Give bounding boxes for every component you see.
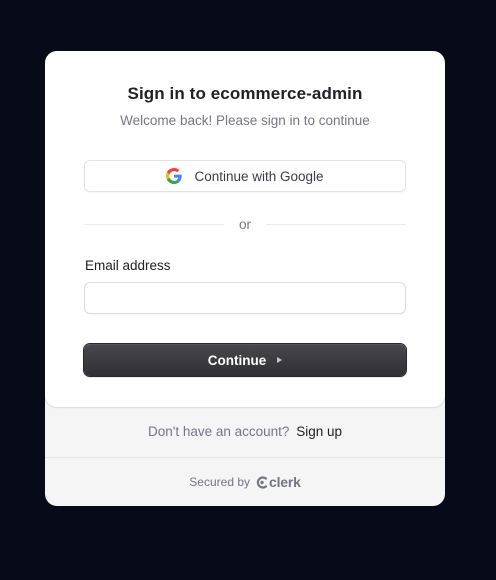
triangle-right-icon bbox=[277, 357, 283, 363]
continue-button-label: Continue bbox=[207, 352, 267, 368]
signin-card: Sign in to ecommerce-admin Welcome back!… bbox=[45, 51, 445, 506]
email-address-input[interactable] bbox=[84, 282, 406, 314]
continue-with-google-button[interactable]: Continue with Google bbox=[84, 160, 406, 192]
google-g-icon bbox=[166, 168, 183, 184]
clerk-logo[interactable]: clerk bbox=[256, 474, 301, 490]
sign-up-link[interactable]: Sign up bbox=[296, 424, 342, 439]
divider-line-left bbox=[84, 223, 224, 225]
or-divider: or bbox=[84, 216, 407, 232]
google-button-label: Continue with Google bbox=[194, 168, 324, 184]
footer-divider bbox=[45, 457, 445, 458]
page-subtitle: Welcome back! Please sign in to continue bbox=[120, 113, 370, 128]
clerk-brand-name: clerk bbox=[269, 474, 301, 490]
email-address-label: Email address bbox=[85, 258, 171, 273]
secured-by-text: Secured by bbox=[189, 475, 250, 489]
continue-button[interactable]: Continue bbox=[84, 344, 406, 376]
divider-line-right bbox=[266, 223, 407, 225]
divider-text: or bbox=[239, 216, 252, 232]
signin-panel: Sign in to ecommerce-admin Welcome back!… bbox=[45, 51, 445, 407]
page-title: Sign in to ecommerce-admin bbox=[127, 84, 363, 103]
secured-by-badge: Secured by clerk bbox=[45, 474, 445, 490]
signup-prompt: Don't have an account? bbox=[148, 424, 290, 439]
clerk-logo-icon bbox=[256, 475, 268, 489]
signup-row: Don't have an account? Sign up bbox=[45, 424, 445, 439]
